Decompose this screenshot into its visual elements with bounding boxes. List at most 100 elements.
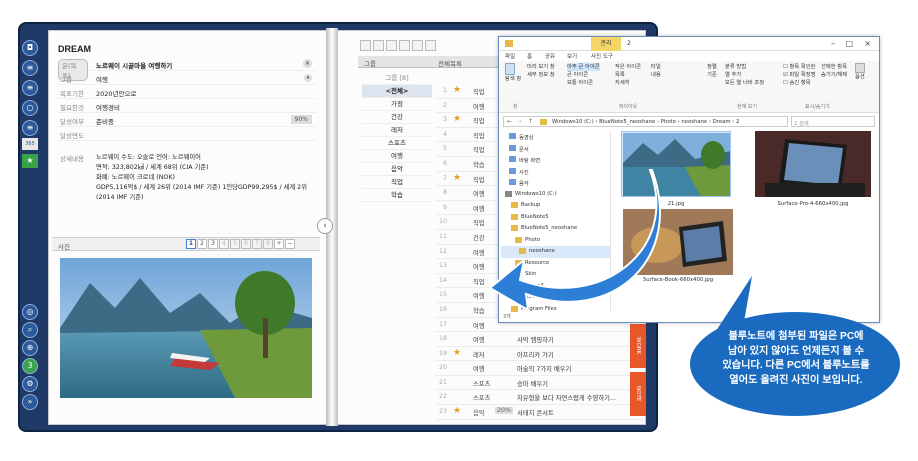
list-icon[interactable]: ≡	[22, 80, 38, 96]
empty-star-icon[interactable]	[453, 202, 463, 212]
search-icon[interactable]: ⌕	[22, 322, 38, 338]
tab-home[interactable]: 홈	[527, 52, 532, 60]
note-icon[interactable]: ≡	[22, 120, 38, 136]
layout-large[interactable]: 큰 아이콘	[567, 71, 600, 79]
page-6-button[interactable]: 6	[241, 239, 251, 249]
preview-pane-button[interactable]: 미리 보기 창	[527, 63, 555, 71]
category-item[interactable]: 건강	[362, 111, 432, 124]
star-icon[interactable]: ★	[453, 348, 463, 358]
star-icon[interactable]: ★	[453, 173, 463, 183]
up-icon[interactable]	[412, 40, 423, 51]
new-icon[interactable]	[373, 40, 384, 51]
tab-file[interactable]: 파일	[505, 52, 515, 60]
lock-icon[interactable]: ◘	[22, 40, 38, 56]
empty-star-icon[interactable]	[453, 275, 463, 285]
tab-note[interactable]: NOTE	[630, 372, 646, 416]
star-icon[interactable]: ★	[453, 406, 463, 416]
extension-checkbox[interactable]: ☑ 파일 확장명	[783, 71, 816, 79]
page-7-button[interactable]: 7	[252, 239, 262, 249]
empty-star-icon[interactable]	[453, 304, 463, 314]
search-input[interactable]: 2 검색	[791, 116, 875, 127]
item-checkbox[interactable]: ☐ 항목 확인란	[783, 63, 816, 71]
dream-star-icon[interactable]: ★	[22, 154, 38, 168]
category-item[interactable]: 스포츠	[362, 137, 432, 150]
detail-text[interactable]: 노르웨이 수도: 오슬로 언어: 노르웨이어 면적: 323,802㎢ / 세계…	[96, 153, 316, 203]
category-item[interactable]: 가정	[362, 98, 432, 111]
page-3-button[interactable]: 3	[208, 239, 218, 249]
nav-pane-icon[interactable]	[505, 63, 515, 75]
dream-row-group[interactable]: 그룹 여행 ▾	[58, 72, 316, 85]
page-8-button[interactable]: 8	[263, 239, 273, 249]
empty-star-icon[interactable]	[453, 289, 463, 299]
fit-columns-button[interactable]: 모든 열 너비 조정	[725, 79, 764, 87]
sort-button[interactable]: 정렬 기준	[707, 63, 721, 79]
empty-star-icon[interactable]	[453, 143, 463, 153]
category-item[interactable]: 음악	[362, 163, 432, 176]
zoom-icon[interactable]: ⊕	[22, 340, 38, 356]
empty-star-icon[interactable]	[453, 158, 463, 168]
category-item[interactable]: 여행	[362, 150, 432, 163]
empty-star-icon[interactable]	[453, 362, 463, 372]
details-pane-button[interactable]: 세부 정보 창	[527, 71, 555, 79]
chevron-down-icon[interactable]: ▾	[304, 74, 312, 82]
layout-small[interactable]: 작은 아이콘	[615, 63, 641, 71]
add-photo-button[interactable]: +	[274, 239, 284, 249]
layout-medium[interactable]: 보통 아이콘	[567, 79, 600, 87]
forward-icon[interactable]: →	[517, 118, 522, 125]
layout-tiles[interactable]: 타일	[651, 63, 661, 71]
file-item[interactable]	[755, 131, 871, 197]
chevron-down-icon[interactable]: »	[22, 394, 38, 410]
close-icon[interactable]: ×	[303, 59, 312, 68]
options-button[interactable]: 옵션	[855, 73, 865, 81]
tab-share[interactable]: 공유	[545, 52, 555, 60]
empty-star-icon[interactable]	[453, 260, 463, 270]
tab-picture-tools[interactable]: 사진 도구	[591, 52, 613, 60]
group-by-button[interactable]: 분류 방법	[725, 63, 764, 71]
page-4-button[interactable]: 4	[219, 239, 229, 249]
category-item[interactable]: 학습	[362, 189, 432, 202]
page-5-button[interactable]: 5	[230, 239, 240, 249]
maximize-icon[interactable]: □	[845, 39, 853, 48]
manage-tab[interactable]: 관리	[591, 37, 621, 51]
up-icon[interactable]: ↑	[528, 118, 533, 125]
empty-star-icon[interactable]	[453, 129, 463, 139]
category-item[interactable]: 레저	[362, 124, 432, 137]
table-row[interactable]: 22 스포츠 자유형을 보다 자연스럽게 수영하기...	[435, 390, 645, 406]
table-row[interactable]: 20 여행 마술의 7가지 배우기	[435, 361, 645, 376]
nav-item[interactable]: 동영상	[501, 131, 610, 143]
dream-photo[interactable]	[60, 258, 312, 398]
category-item[interactable]: 직업	[362, 176, 432, 189]
options-icon[interactable]	[855, 63, 865, 73]
minimize-icon[interactable]: –	[831, 39, 835, 48]
refresh-icon[interactable]	[360, 40, 371, 51]
dream-row-needs[interactable]: 필요한것 여행경비	[58, 100, 316, 113]
table-row[interactable]: 23 ★ 음악 20% 서태지 콘서트	[435, 405, 645, 420]
dream-row-year[interactable]: 달성면도	[58, 128, 316, 141]
empty-star-icon[interactable]	[453, 100, 463, 110]
sync-icon[interactable]: ◎	[22, 304, 38, 320]
tab-view[interactable]: 보기	[567, 52, 577, 60]
hide-selected-button[interactable]: 선택한 항목 숨기기/해제	[821, 63, 851, 79]
badge-icon[interactable]: 3	[22, 358, 38, 374]
layout-content[interactable]: 내용	[651, 71, 661, 79]
hidden-checkbox[interactable]: ☐ 숨긴 항목	[783, 79, 816, 87]
empty-star-icon[interactable]	[453, 246, 463, 256]
empty-star-icon[interactable]	[453, 216, 463, 226]
page-turn-icon[interactable]: ‹	[317, 218, 333, 234]
star-icon[interactable]: ★	[453, 114, 463, 124]
down-icon[interactable]	[425, 40, 436, 51]
page-2-button[interactable]: 2	[197, 239, 207, 249]
move-icon[interactable]	[399, 40, 410, 51]
add-column-button[interactable]: 열 추가	[725, 71, 764, 79]
address-bar[interactable]: ← → ↑ Windows10 (C:) › BlueNote5_neoshan…	[503, 116, 788, 127]
category-item[interactable]: <전체>	[362, 85, 432, 98]
layout-xlarge[interactable]: 아주 큰 아이콘	[567, 63, 600, 71]
empty-star-icon[interactable]	[453, 187, 463, 197]
close-icon[interactable]: ×	[864, 39, 871, 48]
calendar-icon[interactable]: 365	[22, 138, 38, 150]
empty-star-icon[interactable]	[453, 231, 463, 241]
empty-star-icon[interactable]	[453, 333, 463, 343]
star-icon[interactable]: ★	[453, 85, 463, 95]
empty-star-icon[interactable]	[453, 319, 463, 329]
back-icon[interactable]: ←	[507, 118, 512, 125]
